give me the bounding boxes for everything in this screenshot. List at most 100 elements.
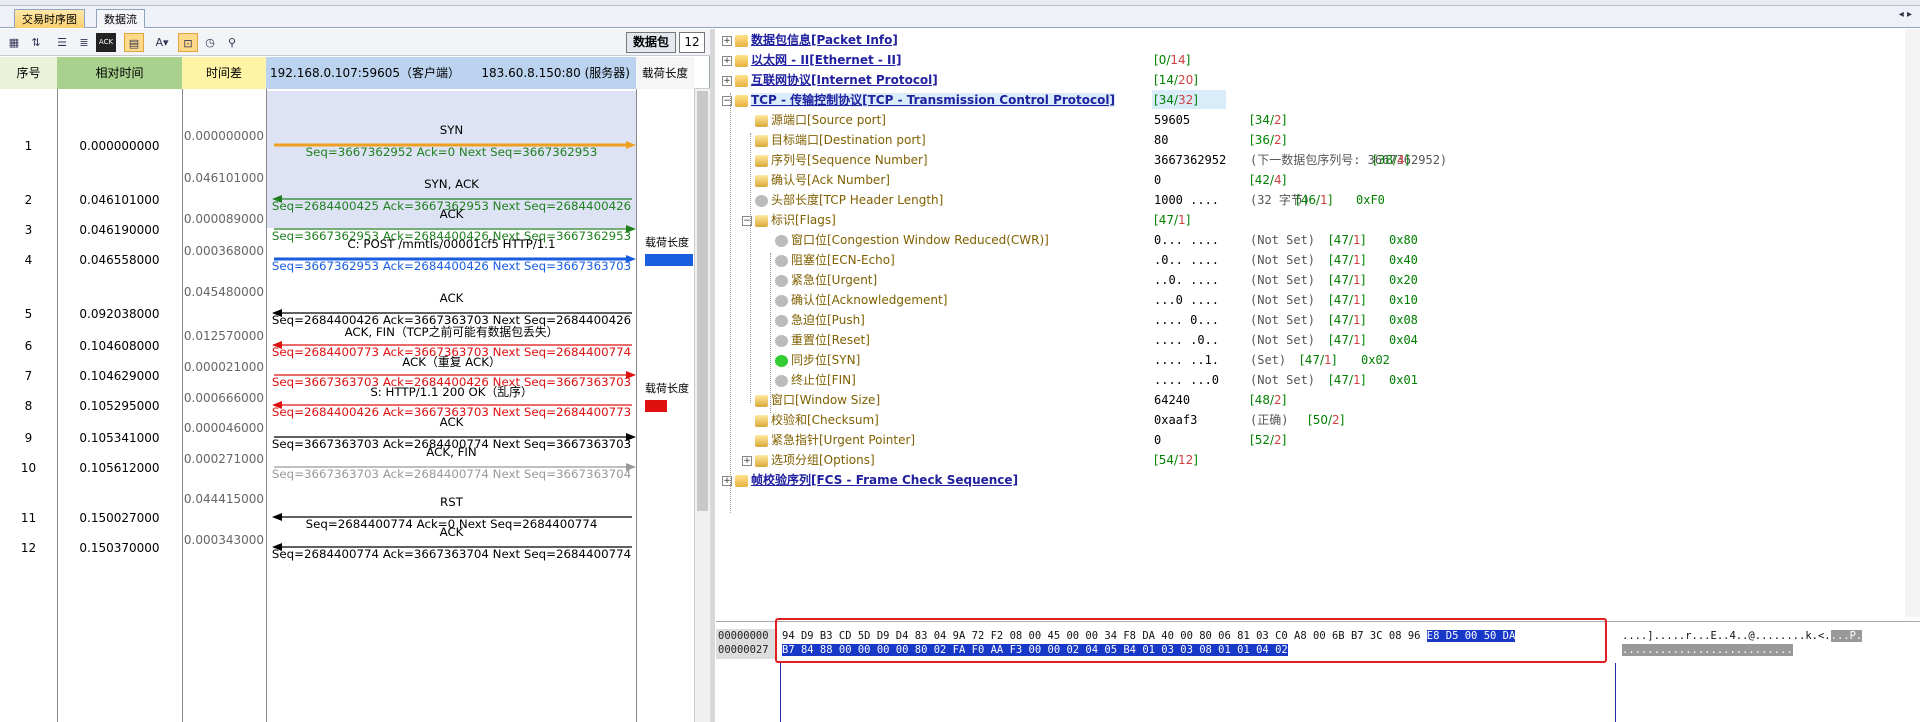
row-number[interactable]: 9 [0,431,57,445]
row-rel-time[interactable]: 0.046558000 [57,253,182,267]
arrow-label[interactable]: ACK [267,525,636,539]
row-number[interactable]: 1 [0,139,57,153]
row-number[interactable]: 2 [0,193,57,207]
font-color-icon[interactable]: A▾ [152,33,172,52]
row-number[interactable]: 7 [0,369,57,383]
tree-tcp-field[interactable]: 窗口[Window Size] [742,390,880,410]
expander-icon[interactable]: + [722,55,732,66]
tab-data-stream[interactable]: 数据流 [96,9,145,28]
row-rel-time[interactable]: 0.104629000 [57,369,182,383]
tree-tcp-field[interactable]: 紧急指针[Urgent Pointer] [742,430,915,450]
tree-flag[interactable]: 确认位[Acknowledgement] [762,290,947,310]
row-number[interactable]: 3 [0,223,57,237]
row-number[interactable]: 12 [0,541,57,555]
col-time-diff-header[interactable]: 时间差 [182,57,266,89]
list-icon[interactable]: ☰ [52,33,72,52]
arrow-label[interactable]: RST [267,495,636,509]
highlight-icon[interactable]: ▤ [124,33,144,52]
diagram-scrollbar[interactable] [694,89,710,722]
arrow-to-server[interactable] [270,432,639,442]
tree-tcp-field[interactable]: 序列号[Sequence Number] [742,150,928,170]
arrow-to-server[interactable] [270,254,639,264]
row-rel-time[interactable]: 0.092038000 [57,307,182,321]
tree-tcp[interactable]: − TCP - 传输控制协议[TCP - Transmission Control… [722,90,1115,110]
col-rel-time-header[interactable]: 相对时间 [57,57,182,89]
tree-ethernet[interactable]: + 以太网 - II[Ethernet - II] [722,50,901,70]
arrow-label[interactable]: ACK [267,415,636,429]
hex-ascii[interactable]: ....].....r...E..4..@........k.<....P...… [1622,629,1863,657]
clock-icon[interactable]: ◷ [200,33,220,52]
row-number[interactable]: 4 [0,253,57,267]
row-rel-time[interactable]: 0.046101000 [57,193,182,207]
tree-tcp-field[interactable]: 目标端口[Destination port] [742,130,926,150]
arrow-label[interactable]: ACK（重复 ACK） [267,353,636,370]
tab-transaction-sequence[interactable]: 交易时序图 [14,9,85,28]
expander-icon[interactable]: + [722,75,732,86]
arrow-label[interactable]: ACK [267,291,636,305]
tree-ip[interactable]: + 互联网协议[Internet Protocol] [722,70,938,90]
col-payload-header[interactable]: 载荷长度 [636,57,694,89]
arrow-to-server[interactable] [270,462,639,472]
row-number[interactable]: 8 [0,399,57,413]
arrow-label[interactable]: ACK, FIN（TCP之前可能有数据包丢失） [267,323,636,340]
row-number[interactable]: 10 [0,461,57,475]
row-number[interactable]: 5 [0,307,57,321]
arrow-to-client[interactable] [270,400,639,410]
arrow-to-server[interactable] [270,140,639,150]
arrow-to-client[interactable] [270,542,639,552]
row-number[interactable]: 6 [0,339,57,353]
search-icon[interactable]: ⚲ [222,33,242,52]
expander-icon[interactable]: + [742,455,752,466]
arrow-label[interactable]: ACK [267,207,636,221]
row-rel-time[interactable]: 0.105295000 [57,399,182,413]
arrow-label[interactable]: ACK, FIN [267,445,636,459]
tree-tcp-field[interactable]: 确认号[Ack Number] [742,170,890,190]
col-seq-header[interactable]: 序号 [0,57,57,89]
pane-splitter[interactable] [710,29,715,722]
tree-tcp-field[interactable]: 校验和[Checksum] [742,410,879,430]
row-rel-time[interactable]: 0.105341000 [57,431,182,445]
row-rel-time[interactable]: 0.150027000 [57,511,182,525]
tree-flag[interactable]: 阻塞位[ECN-Echo] [762,250,895,270]
ack-icon[interactable]: ACK [96,33,116,52]
tree-flag[interactable]: 终止位[FIN] [762,370,856,390]
payload-bar[interactable] [645,254,693,266]
scrollbar-thumb[interactable] [697,91,708,511]
tree-tcp-field[interactable]: + 选项分组[Options] [742,450,875,470]
arrow-to-client[interactable] [270,308,639,318]
tree-tcp-field[interactable]: 源端口[Source port] [742,110,886,130]
tree-fcs[interactable]: + 帧校验序列[FCS - Frame Check Sequence] [722,470,1018,490]
tree-flag[interactable]: 重置位[Reset] [762,330,870,350]
payload-bar[interactable] [645,400,667,412]
arrow-to-client[interactable] [270,194,639,204]
arrow-label[interactable]: SYN, ACK [267,177,636,191]
arrow-to-client[interactable] [270,512,639,522]
tree-flag[interactable]: 窗口位[Congestion Window Reduced(CWR)] [762,230,1049,250]
tree-tcp-field[interactable]: 头部长度[TCP Header Length] [742,190,943,210]
tree-scrollbar[interactable] [1905,29,1920,617]
tree-flag[interactable]: 同步位[SYN] [762,350,860,370]
tree-packet-info[interactable]: + 数据包信息[Packet Info] [722,30,898,50]
table-icon[interactable]: ▦ [4,33,24,52]
row-rel-time[interactable]: 0.105612000 [57,461,182,475]
arrow-to-server[interactable] [270,370,639,380]
arrow-to-server[interactable] [270,224,639,234]
tree-flag[interactable]: 急迫位[Push] [762,310,865,330]
arrow-to-client[interactable] [270,340,639,350]
arrow-label[interactable]: S: HTTP/1.1 200 OK（乱序） [267,383,636,400]
sort-icon[interactable]: ⇅ [26,33,46,52]
filter-icon[interactable]: ⊡ [178,33,198,52]
pane-nav-arrows[interactable]: ◂ ▸ [1899,9,1912,20]
tree-flag[interactable]: 紧急位[Urgent] [762,270,877,290]
tree-flags[interactable]: − 标识[Flags] [742,210,836,230]
row-rel-time[interactable]: 0.046190000 [57,223,182,237]
row-rel-time[interactable]: 0.104608000 [57,339,182,353]
arrow-label[interactable]: C: POST /mmtls/00001cf5 HTTP/1.1 [267,237,636,251]
row-rel-time[interactable]: 0.150370000 [57,541,182,555]
arrow-label[interactable]: SYN [267,123,636,137]
row-number[interactable]: 11 [0,511,57,525]
col-conversation-header[interactable]: 192.168.0.107:59605（客户端） 183.60.8.150:80… [266,57,636,89]
expander-icon[interactable]: + [722,35,732,46]
list-detail-icon[interactable]: ≣ [74,33,94,52]
row-rel-time[interactable]: 0.000000000 [57,139,182,153]
